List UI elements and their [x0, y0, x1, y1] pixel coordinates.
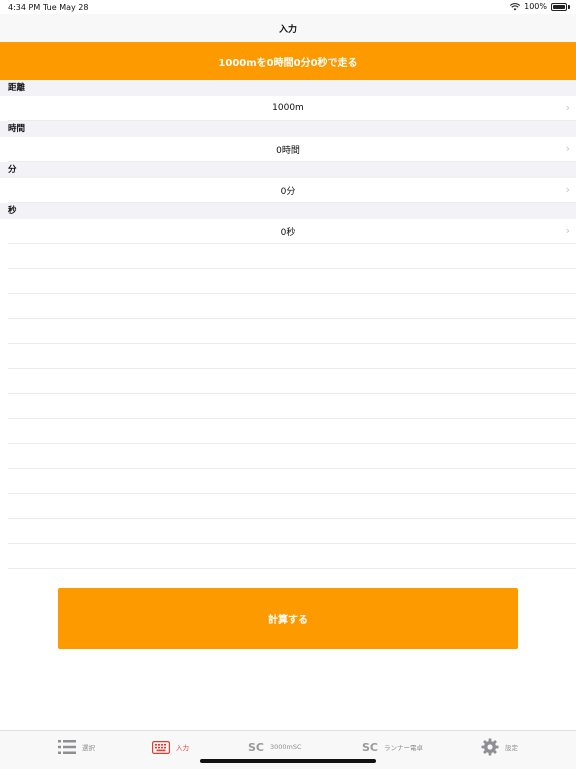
seconds-row[interactable]: 0秒 › [8, 219, 576, 244]
hours-value: 0時間 [276, 145, 300, 156]
tab-label: ランナー電卓 [384, 744, 423, 752]
home-indicator[interactable] [200, 759, 376, 763]
chevron-right-icon: › [565, 224, 570, 237]
tab-select[interactable]: 選択 [58, 737, 95, 757]
tab-runner-calculator[interactable]: SC ランナー電卓 [362, 737, 423, 757]
section-header-minutes: 分 [0, 162, 576, 178]
empty-list-row [8, 419, 576, 444]
minutes-row[interactable]: 0分 › [8, 178, 576, 203]
seconds-value: 0秒 [280, 227, 296, 238]
summary-text: 1000mを0時間0分0秒で走る [218, 57, 358, 69]
chevron-right-icon: › [565, 183, 570, 196]
calculate-label: 計算する [268, 615, 308, 626]
empty-list-row [8, 519, 576, 544]
empty-list-row [8, 269, 576, 294]
empty-list-row [8, 319, 576, 344]
chevron-right-icon: › [565, 101, 570, 114]
empty-list-row [8, 294, 576, 319]
distance-value: 1000m [272, 103, 304, 113]
keyboard-icon [152, 740, 170, 754]
navigation-bar: 入力 [0, 14, 576, 43]
tab-input[interactable]: 入力 [152, 737, 189, 757]
battery-icon [551, 2, 567, 11]
empty-list-row [8, 444, 576, 469]
tab-label: 設定 [505, 744, 518, 752]
list-icon [58, 740, 76, 754]
empty-list-row [8, 494, 576, 519]
empty-list-row [8, 244, 576, 269]
gear-icon [481, 738, 499, 756]
battery-percent: 100% [524, 2, 547, 11]
tab-settings[interactable]: 設定 [481, 737, 518, 757]
chevron-right-icon: › [565, 142, 570, 155]
tab-3000msc[interactable]: SC 3000mSC [248, 737, 302, 757]
empty-list-row [8, 394, 576, 419]
sc-icon: SC [248, 740, 264, 754]
section-header-seconds: 秒 [0, 203, 576, 219]
section-header-hours: 時間 [0, 121, 576, 137]
empty-list-row [8, 544, 576, 569]
section-header-distance: 距離 [0, 80, 576, 96]
status-time: 4:34 PM [8, 3, 41, 12]
page-title: 入力 [278, 24, 297, 35]
tab-label: 3000mSC [270, 743, 302, 751]
status-bar: 4:34 PM Tue May 28 100% [0, 0, 576, 14]
empty-list-row [8, 469, 576, 494]
input-list: 距離 1000m › 時間 0時間 › 分 0分 › 秒 0秒 › [0, 80, 576, 569]
tab-label: 選択 [82, 744, 95, 752]
status-date: Tue May 28 [43, 3, 89, 12]
tab-label: 入力 [176, 744, 189, 752]
hours-row[interactable]: 0時間 › [8, 137, 576, 162]
empty-list-row [8, 369, 576, 394]
empty-list-row [8, 344, 576, 369]
calculate-button[interactable]: 計算する [58, 588, 518, 649]
battery-tip [568, 4, 570, 9]
status-right: 100% [510, 2, 570, 11]
distance-row[interactable]: 1000m › [8, 96, 576, 121]
tab-bar: 選択 入力 SC 3000mSC SC ランナー電卓 設定 [0, 730, 576, 769]
summary-banner: 1000mを0時間0分0秒で走る [0, 42, 576, 80]
sc-icon: SC [362, 740, 378, 754]
wifi-icon [510, 2, 521, 10]
minutes-value: 0分 [280, 186, 296, 197]
